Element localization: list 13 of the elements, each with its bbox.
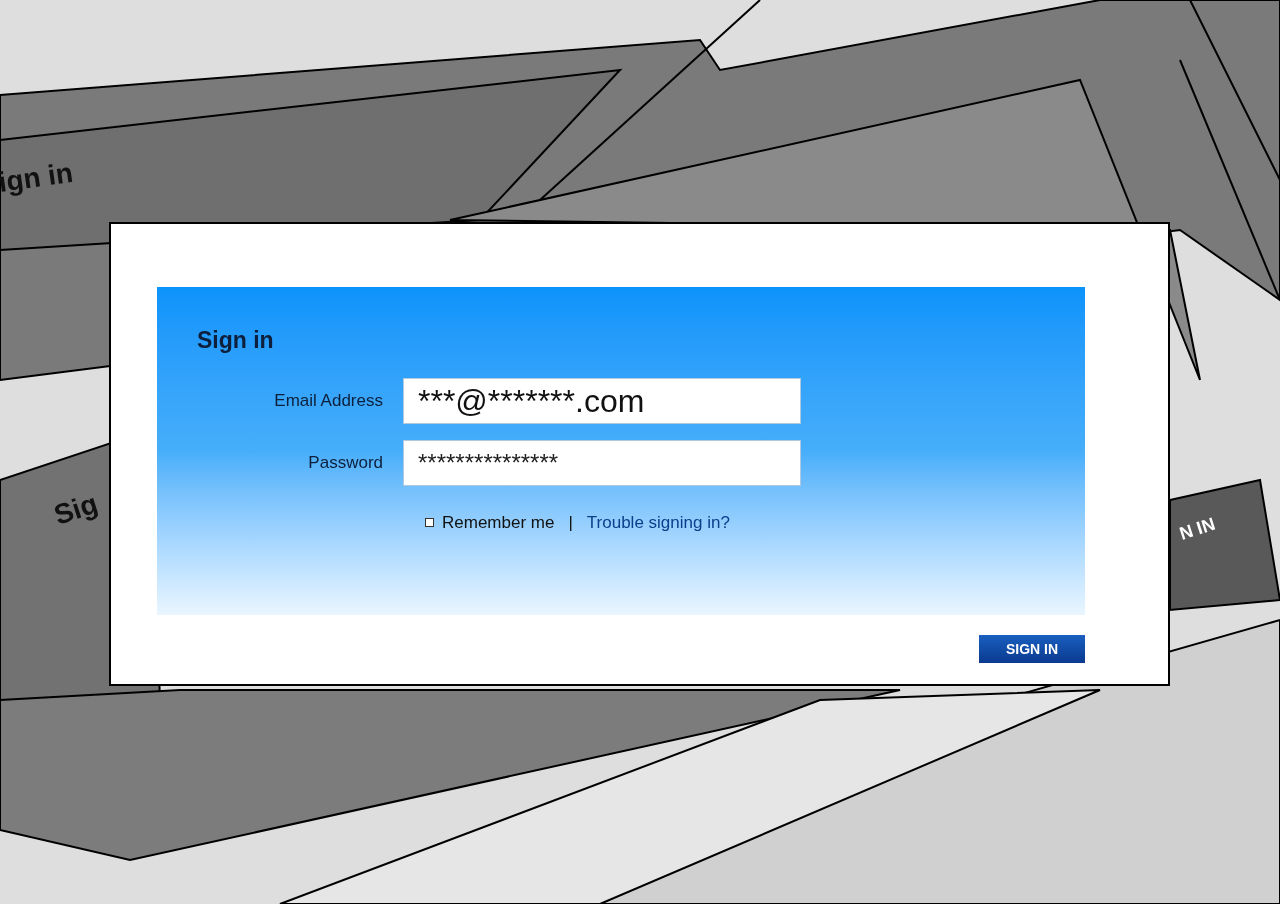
password-field[interactable]: *************** (403, 439, 801, 486)
remember-label: Remember me (442, 511, 555, 534)
trouble-signing-link[interactable]: Trouble signing in? (586, 509, 730, 535)
field-label: Password (307, 451, 384, 474)
form-title: Sign in (197, 326, 275, 355)
field-label: Email Address (273, 389, 384, 412)
separator: | (568, 511, 573, 534)
page-heading: Sig (50, 487, 102, 531)
email-field[interactable]: ***@*******.com (403, 377, 801, 424)
page-heading: ign in (0, 156, 75, 198)
page-heading: N IN (1177, 513, 1218, 544)
checkbox[interactable] (425, 517, 434, 527)
sign-in-button[interactable]: SIGN IN (979, 635, 1085, 663)
